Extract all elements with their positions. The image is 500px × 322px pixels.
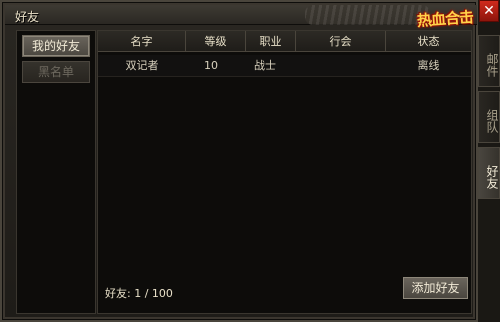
side-tab-mail[interactable]: 邮件 <box>478 35 500 87</box>
column-header-level: 等级 <box>186 31 246 52</box>
cell-class: 战士 <box>254 59 276 72</box>
window-title: 好友 <box>15 10 40 24</box>
friend-count-value: 1 / 100 <box>134 287 173 300</box>
friend-count: 好友: 1 / 100 <box>105 285 173 301</box>
table-row[interactable]: 双记者 10 战士 离线 <box>98 55 471 77</box>
dragon-ornament-icon <box>305 5 430 25</box>
friends-list-panel: 名字 等级 职业 行会 状态 双记者 10 战士 离线 好友: 1 / 100 … <box>97 30 472 314</box>
cell-name: 双记者 <box>125 59 159 72</box>
friends-window: 好友 热血合击 我的好友 黑名单 名字 等级 职业 行会 状态 双记者 10 战… <box>0 0 478 322</box>
cell-level: 10 <box>204 59 218 72</box>
close-icon[interactable]: ✕ <box>479 0 499 22</box>
column-header-name: 名字 <box>98 31 186 52</box>
table-header: 名字 等级 职业 行会 状态 <box>98 31 471 52</box>
column-header-status: 状态 <box>417 35 440 48</box>
tab-blacklist[interactable]: 黑名单 <box>22 61 90 83</box>
friends-sidebar: 我的好友 黑名单 <box>16 30 96 314</box>
side-tabs: 邮件 组队 好友 <box>478 22 500 322</box>
column-header-guild: 行会 <box>296 31 386 52</box>
side-tab-friends[interactable]: 好友 <box>478 147 500 199</box>
cell-status: 离线 <box>417 59 440 72</box>
cell-guild <box>296 55 386 77</box>
column-header-class: 职业 <box>246 31 296 52</box>
tab-my-friends[interactable]: 我的好友 <box>22 35 90 57</box>
add-friend-button[interactable]: 添加好友 <box>403 277 468 299</box>
friend-count-label: 好友: <box>105 287 131 300</box>
title-bar[interactable]: 好友 <box>5 5 477 25</box>
side-tab-team[interactable]: 组队 <box>478 91 500 143</box>
